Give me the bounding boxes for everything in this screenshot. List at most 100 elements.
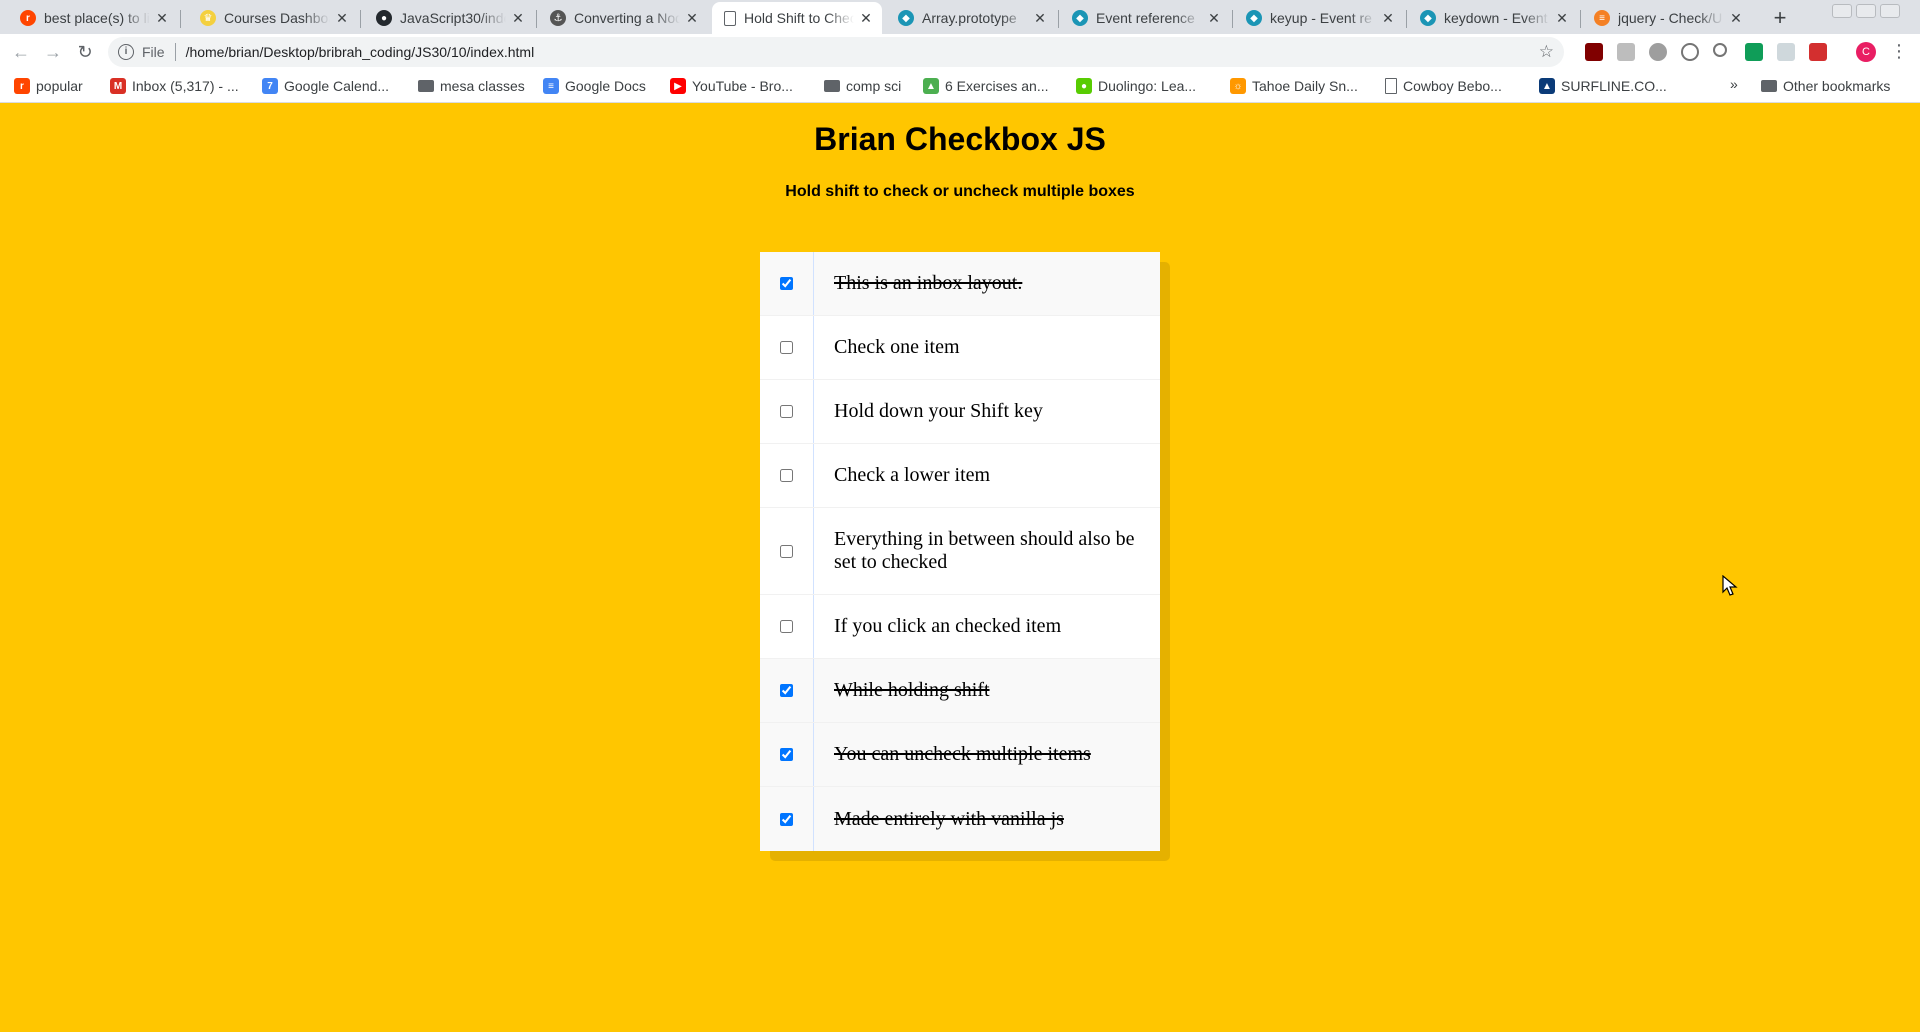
tab-close-icon[interactable]: ✕ — [1728, 10, 1744, 27]
item-checkbox[interactable] — [780, 469, 793, 482]
bookmarks-more-button[interactable]: » — [1730, 76, 1738, 92]
minimize-button[interactable] — [1832, 4, 1852, 18]
item-checkbox[interactable] — [780, 620, 793, 633]
item-text: While holding shift — [834, 679, 990, 701]
bookmark-item[interactable]: 7 Google Calend... — [262, 76, 389, 96]
tab-close-icon[interactable]: ✕ — [334, 10, 350, 27]
browser-tab[interactable]: ◆ Array.prototype ✕ — [886, 2, 1056, 34]
tab-close-icon[interactable]: ✕ — [1554, 10, 1570, 27]
close-window-button[interactable] — [1880, 4, 1900, 18]
forward-button[interactable]: → — [42, 41, 64, 63]
reload-button[interactable]: ↻ — [74, 41, 96, 63]
item-checkbox[interactable] — [780, 748, 793, 761]
bookmark-item[interactable]: ☼ Tahoe Daily Sn... — [1230, 76, 1358, 96]
tab-favicon-icon: ⚓ — [550, 10, 566, 26]
inbox-list: This is an inbox layout. Check one item Ho… — [760, 252, 1160, 851]
info-icon[interactable]: i — [118, 44, 134, 60]
extension-2-icon[interactable] — [1617, 43, 1635, 61]
item-checkbox[interactable] — [780, 544, 793, 558]
timer-extension-icon[interactable] — [1745, 43, 1763, 61]
inbox-item: If you click an checked item — [760, 595, 1160, 659]
maximize-button[interactable] — [1856, 4, 1876, 18]
youtube-icon: ▶ — [670, 78, 686, 94]
reddit-icon: r — [14, 78, 30, 94]
tab-separator — [360, 10, 361, 28]
surfline-icon: ▲ — [1539, 78, 1555, 94]
item-checkbox[interactable] — [780, 684, 793, 697]
other-bookmarks-folder[interactable]: Other bookmarks — [1761, 76, 1890, 96]
address-url[interactable]: /home/brian/Desktop/bribrah_coding/JS30/… — [186, 44, 535, 60]
browser-tab[interactable]: r best place(s) to live✕ — [8, 2, 178, 34]
tab-close-icon[interactable]: ✕ — [1380, 10, 1396, 27]
recycle-extension-icon[interactable] — [1649, 43, 1667, 61]
menu-icon[interactable]: ⋮ — [1890, 40, 1908, 62]
bookmark-item[interactable]: comp sci — [824, 76, 901, 96]
bookmark-item[interactable]: ● Duolingo: Lea... — [1076, 76, 1196, 96]
bookmark-item[interactable]: ▲ SURFLINE.CO... — [1539, 76, 1667, 96]
tab-close-icon[interactable]: ✕ — [858, 10, 874, 27]
tab-close-icon[interactable]: ✕ — [684, 10, 700, 27]
bookmark-item[interactable]: r popular — [14, 76, 83, 96]
tab-close-icon[interactable]: ✕ — [154, 10, 170, 27]
inbox-item: Hold down your Shift key — [760, 380, 1160, 444]
item-text: Hold down your Shift key — [834, 400, 1043, 422]
browser-tab[interactable]: ♛ Courses Dashboard✕ — [188, 2, 358, 34]
tab-close-icon[interactable]: ✕ — [1206, 10, 1222, 27]
tab-title: Converting a NodeList — [574, 10, 680, 26]
browser-tab[interactable]: ◆ keyup - Event re ✕ — [1234, 2, 1404, 34]
browser-tab[interactable]: ◆ Event reference ✕ — [1060, 2, 1230, 34]
tab-close-icon[interactable]: ✕ — [510, 10, 526, 27]
search-extension-icon[interactable] — [1713, 43, 1727, 57]
bookmark-label: 6 Exercises an... — [945, 78, 1049, 94]
tab-close-icon[interactable]: ✕ — [1032, 10, 1048, 27]
bookmark-label: SURFLINE.CO... — [1561, 78, 1667, 94]
browser-tab[interactable]: ≡ jquery - Check/U ✕ — [1582, 2, 1752, 34]
bookmark-star-icon[interactable]: ☆ — [1539, 42, 1554, 62]
checkbox-cell — [760, 508, 814, 594]
tab-favicon-icon — [724, 10, 736, 26]
address-scheme: File — [142, 44, 165, 60]
checkbox-cell — [760, 787, 814, 851]
item-checkbox[interactable] — [780, 405, 793, 418]
toolbar: ← → ↻ i File /home/brian/Desktop/bribrah… — [0, 34, 1920, 70]
profile-avatar[interactable]: C — [1856, 42, 1876, 62]
browser-tab[interactable]: ● JavaScript30/index✕ — [364, 2, 534, 34]
bookmark-item[interactable]: Cowboy Bebo... — [1385, 76, 1502, 96]
back-button[interactable]: ← — [10, 41, 32, 63]
checkbox-cell — [760, 444, 814, 507]
tab-title: JavaScript30/index — [400, 10, 506, 26]
new-tab-button[interactable]: + — [1766, 4, 1794, 32]
item-checkbox[interactable] — [780, 812, 793, 826]
check-extension-icon[interactable] — [1681, 43, 1699, 61]
bookmark-item[interactable]: ▲ 6 Exercises an... — [923, 76, 1049, 96]
bookmarks-bar: » Other bookmarks r popular M Inbox (5,317)… — [0, 70, 1920, 103]
pdf-extension-icon[interactable] — [1809, 43, 1827, 61]
address-bar[interactable]: i File /home/brian/Desktop/bribrah_codin… — [108, 37, 1564, 67]
bookmark-item[interactable]: M Inbox (5,317) - ... — [110, 76, 239, 96]
bookmark-item[interactable]: ≡ Google Docs — [543, 76, 646, 96]
bookmark-item[interactable]: mesa classes — [418, 76, 525, 96]
tab-favicon-icon: ● — [376, 10, 392, 26]
ublock-extension-icon[interactable] — [1585, 43, 1603, 61]
item-text: Check a lower item — [834, 464, 991, 486]
item-checkbox[interactable] — [780, 277, 793, 290]
bookmark-label: popular — [36, 78, 83, 94]
bookmark-item[interactable]: ▶ YouTube - Bro... — [670, 76, 793, 96]
inbox-item: Made entirely with vanilla js — [760, 787, 1160, 851]
docs-icon: ≡ — [543, 78, 559, 94]
item-checkbox[interactable] — [780, 341, 793, 354]
browser-tab[interactable]: ⚓ Converting a NodeList✕ — [538, 2, 708, 34]
inbox-item: This is an inbox layout. — [760, 252, 1160, 316]
item-text: Check one item — [834, 336, 960, 358]
item-text: Everything in between should also be set… — [834, 528, 1135, 573]
tab-separator — [1580, 10, 1581, 28]
mouse-cursor-icon — [1722, 575, 1738, 596]
extension-7-icon[interactable] — [1777, 43, 1795, 61]
inbox-item: You can uncheck multiple items — [760, 723, 1160, 787]
calendar-icon: 7 — [262, 78, 278, 94]
duolingo-icon: ● — [1076, 78, 1092, 94]
browser-chrome: + rbest place(s) to live✕ ♛Courses Dashbo… — [0, 0, 1920, 103]
browser-tab[interactable]: ◆ keydown - Event ✕ — [1408, 2, 1578, 34]
tab-title: keyup - Event re — [1270, 10, 1372, 26]
browser-tab[interactable]: Hold Shift to Check ✕ — [712, 2, 882, 34]
